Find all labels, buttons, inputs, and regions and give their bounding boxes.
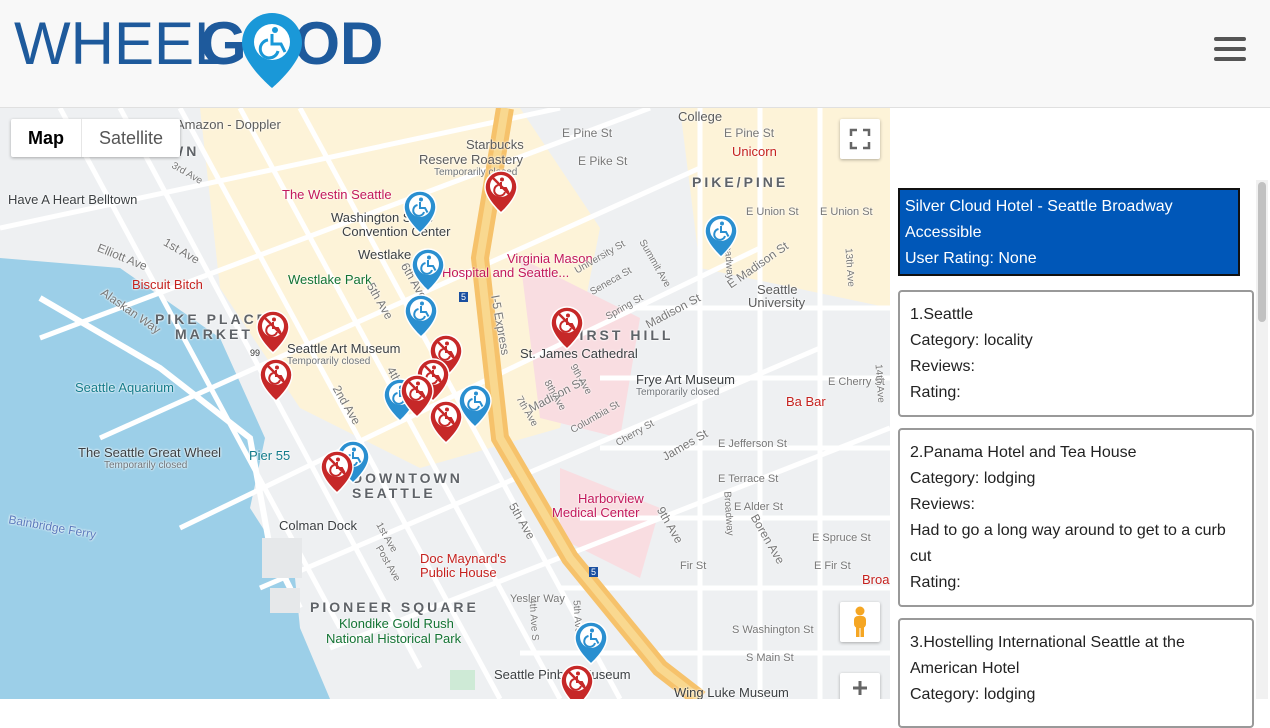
label-harborview-2: Medical Center xyxy=(552,505,640,520)
label-westlake-park: Westlake Park xyxy=(288,272,372,287)
label-e-pine-2: E Pine St xyxy=(724,126,775,140)
label-seattle-u-2: University xyxy=(748,295,806,310)
result-card[interactable]: 2.Panama Hotel and Tea House Category: l… xyxy=(898,428,1254,607)
label-babar: Ba Bar xyxy=(786,394,826,409)
sidebar-scrollbar[interactable] xyxy=(1256,180,1268,699)
label-broa: Broa xyxy=(862,572,890,587)
inaccessible-place-pin[interactable] xyxy=(550,306,584,350)
selected-place-panel[interactable]: Silver Cloud Hotel - Seattle Broadway Ac… xyxy=(898,188,1240,276)
label-downtown-2: SEATTLE xyxy=(352,485,436,501)
result-rating: Rating: xyxy=(910,574,961,591)
label-i5-shield-2: 5 xyxy=(589,567,599,577)
wheelgood-logo[interactable]: WHEEL GOOD xyxy=(14,8,404,88)
zoom-in-button[interactable] xyxy=(840,673,880,699)
hamburger-menu-icon[interactable] xyxy=(1214,37,1246,63)
inaccessible-place-pin[interactable] xyxy=(320,450,354,494)
result-category: Category: lodging xyxy=(910,686,1036,703)
label-e-spruce: E Spruce St xyxy=(812,532,871,544)
label-biscuit: Biscuit Bitch xyxy=(132,277,203,292)
label-temp-closed-4: Temporarily closed xyxy=(104,460,188,471)
label-e-union-2: E Union St xyxy=(820,206,873,218)
accessible-place-pin[interactable] xyxy=(411,248,445,292)
label-pioneer: PIONEER SQUARE xyxy=(310,599,479,615)
label-belltown: Have A Heart Belltown xyxy=(8,192,138,207)
pegman-icon xyxy=(854,606,866,637)
label-aquarium: Seattle Aquarium xyxy=(75,380,175,395)
label-pier55: Pier 55 xyxy=(249,448,291,463)
label-fir: Fir St xyxy=(680,560,707,572)
label-westin: The Westin Seattle xyxy=(282,187,392,202)
label-reserve: Reserve Roastery xyxy=(419,152,524,167)
label-i5-shield-1: 5 xyxy=(459,292,469,302)
map-type-satellite-button[interactable]: Satellite xyxy=(82,119,180,157)
label-frye: Frye Art Museum xyxy=(636,372,735,387)
result-title: 1.Seattle xyxy=(910,306,974,323)
label-sam: Seattle Art Museum xyxy=(287,341,401,356)
label-temp-closed-2: Temporarily closed xyxy=(287,356,371,367)
result-reviews-label: Reviews: xyxy=(910,358,975,375)
result-reviews-label: Reviews: xyxy=(910,496,975,513)
selected-place-name: Silver Cloud Hotel - Seattle Broadway xyxy=(905,198,1173,215)
result-category: Category: lodging xyxy=(910,470,1036,487)
label-pike-place-1: PIKE PLACE xyxy=(155,311,270,327)
result-title: 2.Panama Hotel and Tea House xyxy=(910,444,1137,461)
result-card[interactable]: 1.Seattle Category: locality Reviews: Ra… xyxy=(898,290,1254,417)
selected-place-rating: User Rating: None xyxy=(905,250,1037,267)
inaccessible-place-pin[interactable] xyxy=(259,358,293,402)
label-s-main: S Main St xyxy=(746,652,794,664)
inaccessible-place-pin[interactable] xyxy=(429,400,463,444)
accessible-place-pin[interactable] xyxy=(574,621,608,665)
label-wing-luke: Wing Luke Museum xyxy=(674,685,789,699)
label-klondike-2: National Historical Park xyxy=(326,631,462,646)
label-e-union: E Union St xyxy=(746,206,799,218)
inaccessible-place-pin[interactable] xyxy=(256,310,290,354)
fullscreen-icon xyxy=(849,128,871,150)
sidebar-scrollbar-thumb[interactable] xyxy=(1258,182,1266,322)
label-doc-1: Doc Maynard's xyxy=(420,551,507,566)
street-view-pegman-button[interactable] xyxy=(840,602,880,642)
label-e-jefferson: E Jefferson St xyxy=(718,438,787,450)
app-header: WHEEL GOOD xyxy=(0,0,1270,108)
fullscreen-button[interactable] xyxy=(840,119,880,159)
inaccessible-place-pin[interactable] xyxy=(560,664,594,699)
label-e-terrace: E Terrace St xyxy=(718,473,779,485)
label-temp-closed-3: Temporarily closed xyxy=(636,387,720,398)
label-e-pine: E Pine St xyxy=(562,126,613,140)
map-view[interactable]: Amazon - Doppler College E Pine St E Pin… xyxy=(0,108,890,699)
map-type-control: Map Satellite xyxy=(11,119,181,157)
label-pike-place-2: MARKET xyxy=(175,326,253,342)
inaccessible-place-pin[interactable] xyxy=(484,170,518,214)
accessible-place-pin[interactable] xyxy=(704,214,738,258)
label-harborview-1: Harborview xyxy=(578,491,644,506)
label-colman: Colman Dock xyxy=(279,518,358,533)
label-college: College xyxy=(678,109,723,124)
result-rating: Rating: xyxy=(910,384,961,401)
accessible-place-pin[interactable] xyxy=(404,294,438,338)
accessible-place-pin[interactable] xyxy=(458,384,492,428)
label-klondike-1: Klondike Gold Rush xyxy=(339,616,454,631)
result-card[interactable]: 3.Hostelling International Seattle at th… xyxy=(898,618,1254,728)
label-e-fir: E Fir St xyxy=(814,560,851,572)
label-hospital: Hospital and Seattle... xyxy=(442,265,570,280)
map-type-map-button[interactable]: Map xyxy=(11,119,82,157)
label-amazon: Amazon - Doppler xyxy=(176,117,281,132)
result-category: Category: locality xyxy=(910,332,1033,349)
label-unicorn: Unicorn xyxy=(732,144,777,159)
selected-place-status: Accessible xyxy=(905,224,982,241)
plus-icon xyxy=(853,681,867,695)
label-westlake: Westlake xyxy=(358,247,412,262)
label-e-pike: E Pike St xyxy=(578,154,628,168)
label-s-washington: S Washington St xyxy=(732,624,814,636)
label-doc-2: Public House xyxy=(420,565,497,580)
label-pike-pine: PIKE/PINE xyxy=(692,174,789,190)
result-title: 3.Hostelling International Seattle at th… xyxy=(910,634,1185,677)
label-great-wheel: The Seattle Great Wheel xyxy=(78,445,222,460)
accessible-place-pin[interactable] xyxy=(403,190,437,234)
result-review-text: Had to go a long way around to get to a … xyxy=(910,522,1226,565)
label-starbucks: Starbucks xyxy=(466,137,524,152)
logo-text-left: WHEEL xyxy=(14,10,227,77)
